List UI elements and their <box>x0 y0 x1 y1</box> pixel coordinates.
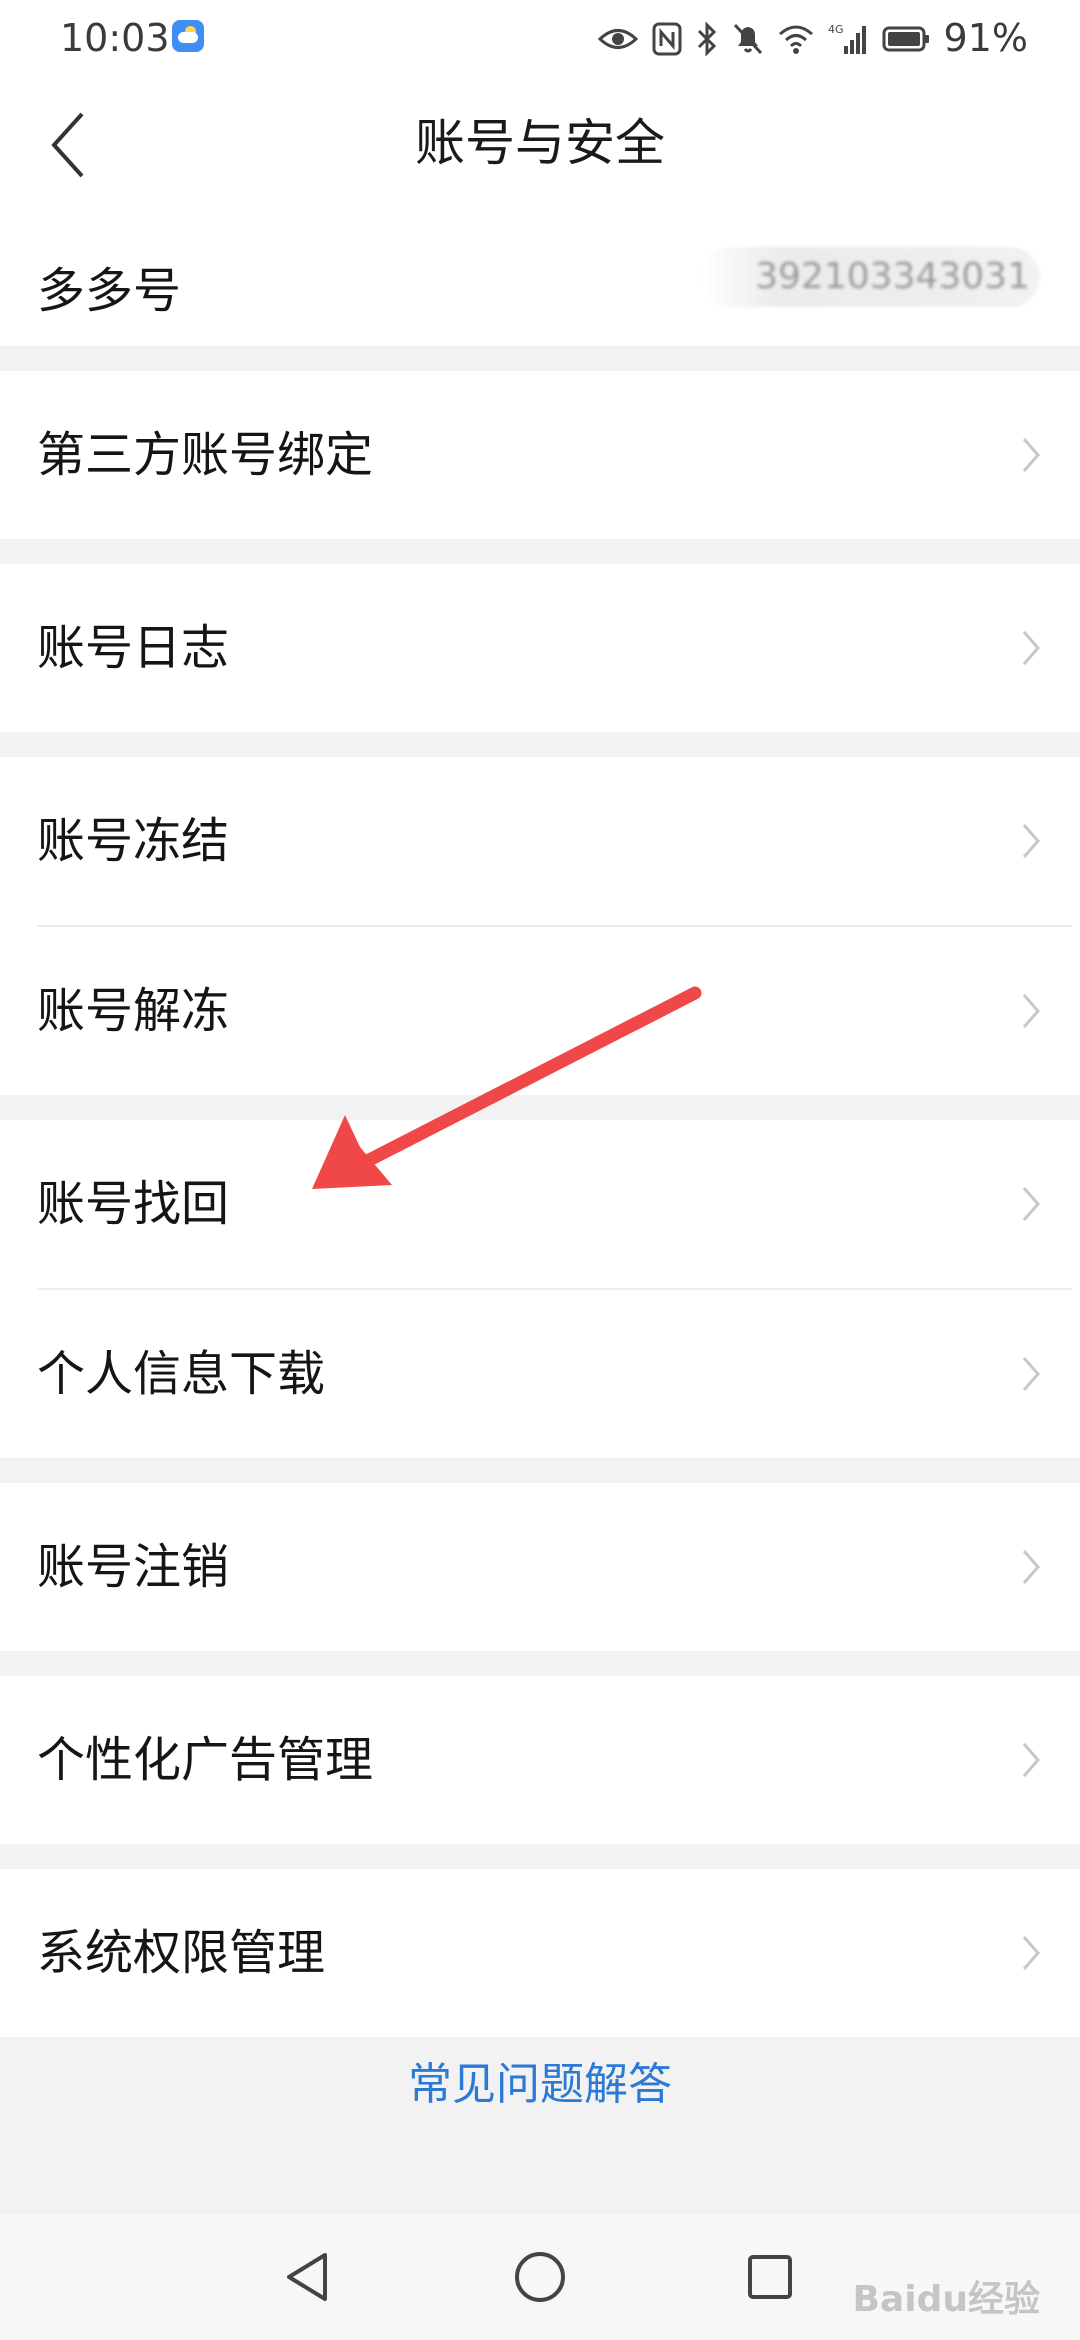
chevron-right-icon <box>1022 438 1040 472</box>
wifi-icon <box>779 25 813 54</box>
chevron-right-icon <box>1022 1357 1040 1391</box>
group-cancel: 账号注销 <box>0 1483 1080 1651</box>
chevron-right-icon <box>1022 1743 1040 1777</box>
group-ads: 个性化广告管理 <box>0 1676 1080 1844</box>
chevron-right-icon <box>1022 824 1040 858</box>
row-account-freeze[interactable]: 账号冻结 <box>0 757 1080 925</box>
eye-icon <box>598 29 638 49</box>
status-icons: 4G <box>598 14 930 64</box>
status-time: 10:03 <box>60 16 170 60</box>
group-gap <box>0 346 1080 371</box>
row-label: 个性化广告管理 <box>37 1732 374 1788</box>
row-label: 第三方账号绑定 <box>37 427 374 483</box>
row-label: 账号解冻 <box>37 983 230 1039</box>
row-label: 系统权限管理 <box>37 1925 326 1981</box>
app-header: 账号与安全 <box>0 78 1080 213</box>
group-permissions: 系统权限管理 <box>0 1869 1080 2037</box>
group-account-log: 账号日志 <box>0 564 1080 732</box>
bluetooth-icon <box>697 22 717 56</box>
group-gap <box>0 732 1080 757</box>
status-bar: 10:03 4G 91% <box>0 0 1080 78</box>
chevron-right-icon <box>1022 631 1040 665</box>
row-personal-info-download[interactable]: 个人信息下载 <box>0 1290 1080 1458</box>
nav-home-button[interactable] <box>505 2242 575 2312</box>
chevron-right-icon <box>1022 1187 1040 1221</box>
watermark: Baidu经验 <box>852 2279 1040 2320</box>
group-gap <box>0 1095 1080 1120</box>
row-duoduo-id: 多多号 392103343031 <box>0 211 1080 346</box>
nav-recents-button[interactable] <box>735 2242 805 2312</box>
chevron-right-icon <box>1022 1936 1040 1970</box>
row-label: 账号注销 <box>37 1539 230 1595</box>
weather-icon <box>172 20 204 52</box>
row-account-recover[interactable]: 账号找回 <box>0 1120 1080 1288</box>
group-gap <box>0 1458 1080 1483</box>
row-account-unfreeze[interactable]: 账号解冻 <box>0 927 1080 1095</box>
group-third-party: 第三方账号绑定 <box>0 371 1080 539</box>
group-gap <box>0 539 1080 564</box>
faq-link[interactable]: 常见问题解答 <box>0 2050 1080 2120</box>
row-label: 账号找回 <box>37 1176 230 1232</box>
row-personalized-ads[interactable]: 个性化广告管理 <box>0 1676 1080 1844</box>
chevron-right-icon <box>1022 994 1040 1028</box>
group-account-id: 多多号 392103343031 <box>0 211 1080 346</box>
network-type: 4G <box>828 23 844 36</box>
mute-icon <box>733 23 763 55</box>
group-gap <box>0 1651 1080 1676</box>
row-account-log[interactable]: 账号日志 <box>0 564 1080 732</box>
signal-icon: 4G <box>828 23 866 54</box>
row-label: 账号冻结 <box>37 813 230 869</box>
row-label: 个人信息下载 <box>37 1346 326 1402</box>
square-recents-icon <box>748 2255 792 2299</box>
system-nav-bar: Baidu经验 <box>0 2214 1080 2340</box>
nav-back-button[interactable] <box>273 2242 343 2312</box>
settings-list: 多多号 392103343031 第三方账号绑定 账号日志 账号冻结 账号解冻 … <box>0 211 1080 2037</box>
row-system-permissions[interactable]: 系统权限管理 <box>0 1869 1080 2037</box>
circle-home-icon <box>515 2252 565 2302</box>
page-title: 账号与安全 <box>415 114 665 172</box>
row-label: 账号日志 <box>37 620 230 676</box>
chevron-right-icon <box>1022 1550 1040 1584</box>
nfc-icon <box>652 22 682 56</box>
group-gap <box>0 1844 1080 1869</box>
row-third-party-binding[interactable]: 第三方账号绑定 <box>0 371 1080 539</box>
row-account-cancel[interactable]: 账号注销 <box>0 1483 1080 1651</box>
triangle-back-icon <box>287 2253 327 2301</box>
duoduo-id-value: 392103343031 <box>700 247 1040 307</box>
battery-icon <box>882 26 929 52</box>
group-recover: 账号找回 个人信息下载 <box>0 1120 1080 1458</box>
row-label: 多多号 <box>37 263 182 319</box>
battery-percentage: 91% <box>943 16 1028 60</box>
group-freeze: 账号冻结 账号解冻 <box>0 757 1080 1095</box>
